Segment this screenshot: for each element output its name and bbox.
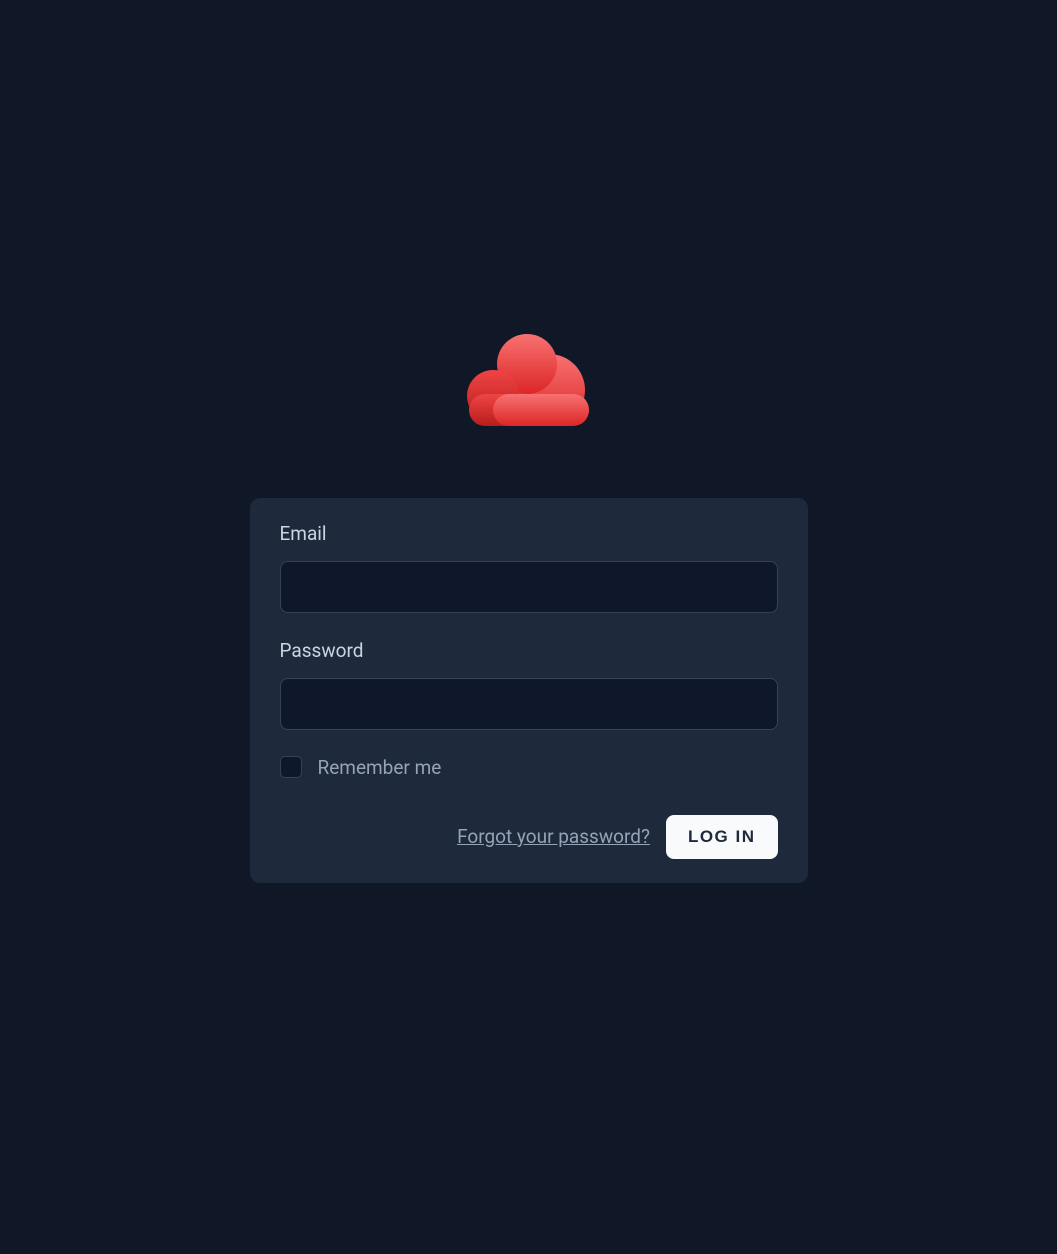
- login-container: Email Password Remember me Forgot your p…: [250, 332, 808, 883]
- password-label: Password: [280, 639, 778, 662]
- login-button[interactable]: LOG IN: [666, 815, 778, 859]
- actions-row: Forgot your password? LOG IN: [280, 815, 778, 859]
- password-input[interactable]: [280, 678, 778, 730]
- email-label: Email: [280, 522, 778, 545]
- remember-row: Remember me: [280, 756, 778, 779]
- login-card: Email Password Remember me Forgot your p…: [250, 498, 808, 883]
- remember-label[interactable]: Remember me: [318, 756, 442, 779]
- forgot-password-link[interactable]: Forgot your password?: [457, 825, 650, 848]
- email-input[interactable]: [280, 561, 778, 613]
- cloud-logo-icon: [459, 332, 599, 430]
- remember-checkbox[interactable]: [280, 756, 302, 778]
